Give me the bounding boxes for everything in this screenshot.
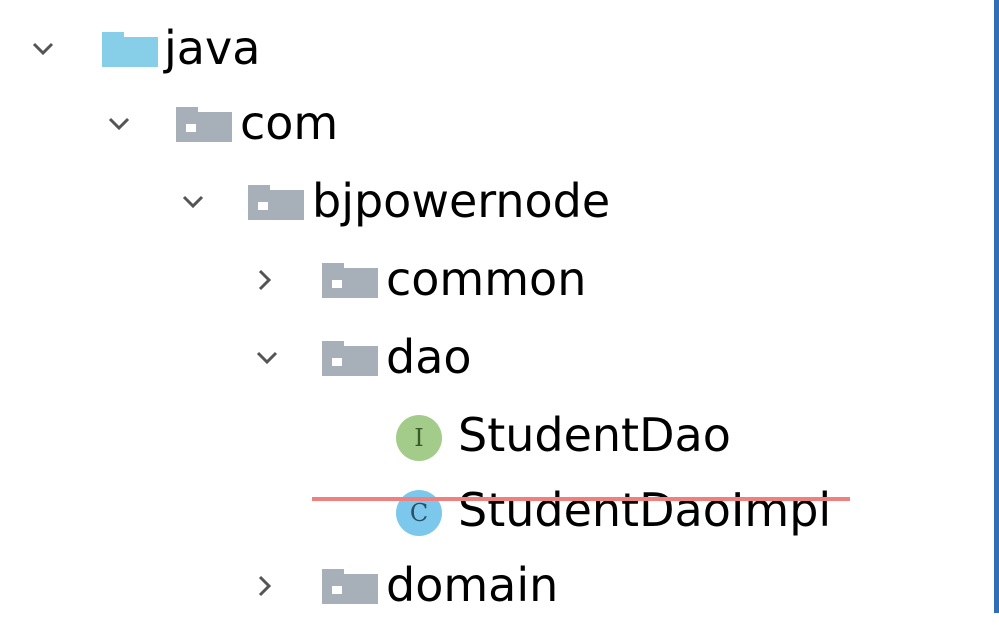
strikethrough-line <box>312 497 850 501</box>
interface-icon: I <box>396 415 442 461</box>
tree-node-label: java <box>164 21 261 75</box>
tree-node-label: StudentDaoImpl <box>458 483 832 537</box>
tree-node-label: bjpowernode <box>312 174 611 228</box>
tree-node-common[interactable]: common <box>0 241 994 319</box>
chevron-right-icon[interactable] <box>252 573 278 599</box>
chevron-down-icon[interactable] <box>180 189 206 215</box>
chevron-down-icon[interactable] <box>106 111 132 137</box>
tree-node-label: domain <box>386 558 559 612</box>
tree-node-label: com <box>240 96 339 150</box>
tree-node-domain[interactable]: domain <box>0 547 994 625</box>
project-tree: java com bjpowernode common dao I Studen… <box>0 0 994 613</box>
chevron-down-icon[interactable] <box>254 345 280 371</box>
chevron-right-icon[interactable] <box>252 267 278 293</box>
tree-node-bjpowernode[interactable]: bjpowernode <box>0 163 994 241</box>
chevron-down-icon[interactable] <box>30 36 56 62</box>
tree-node-java[interactable]: java <box>0 10 994 88</box>
tree-node-label: common <box>386 252 587 306</box>
tree-node-label: StudentDao <box>458 408 731 462</box>
tree-node-label: dao <box>386 330 472 384</box>
window-border <box>994 0 999 613</box>
tree-node-studentdao[interactable]: I StudentDao <box>0 397 994 475</box>
tree-node-dao[interactable]: dao <box>0 319 994 397</box>
tree-node-com[interactable]: com <box>0 85 994 163</box>
tree-node-studentdaoimpl[interactable]: C StudentDaoImpl <box>0 472 994 550</box>
